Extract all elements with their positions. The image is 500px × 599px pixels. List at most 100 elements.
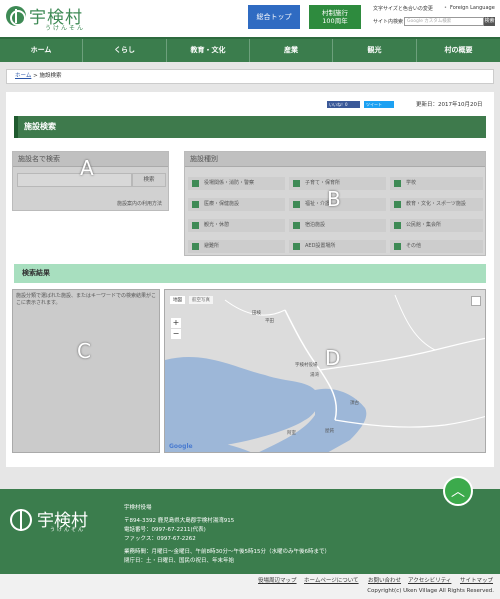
annotation-c: C <box>77 339 91 363</box>
category-culture[interactable]: 教育・文化・スポーツ施設 <box>390 198 483 211</box>
medical-icon <box>192 201 199 208</box>
foreign-language-link[interactable]: Foreign Language <box>450 5 495 11</box>
name-search-button[interactable]: 検索 <box>132 173 166 187</box>
map-label: 平田 <box>265 319 274 324</box>
results-message: 施設分類で選ばれた施設、またはキーワードでの検索結果がここに表示されます。 <box>16 293 157 306</box>
nav-education[interactable]: 教育・文化 <box>167 39 250 62</box>
hall-icon <box>394 222 401 229</box>
nav-living[interactable]: くらし <box>83 39 167 62</box>
category-label: 宿泊施設 <box>305 222 326 228</box>
footer-links-bar: 役場周辺マップ ホームページについて お問い合わせ アクセシビリティ サイトマッ… <box>0 574 500 599</box>
map-fullscreen-icon[interactable] <box>471 296 481 306</box>
category-government[interactable]: 役場関係・消防・警察 <box>188 177 285 190</box>
building-icon <box>192 180 199 187</box>
category-community-hall[interactable]: 公民館・集会所 <box>390 219 483 232</box>
facebook-like-button[interactable]: いいね！0 <box>327 101 360 108</box>
logo-kana: うけんそん <box>45 25 86 32</box>
global-nav: ホーム くらし 教育・文化 産業 観光 村の概要 <box>0 37 500 62</box>
category-label: その他 <box>406 243 422 249</box>
category-label: 役場関係・消防・警察 <box>204 180 255 186</box>
site-header: 宇検村 うけんそん 総合トップ 村制施行 100周年 文字サイズと色合いの変更 … <box>0 0 500 37</box>
portal-top-button[interactable]: 総合トップ <box>248 5 300 29</box>
annotation-a: A <box>80 156 94 180</box>
link-separator: • <box>444 5 447 11</box>
name-search-input[interactable] <box>17 173 132 187</box>
page-title: 施設検索 <box>14 116 486 138</box>
map-tab-satellite[interactable]: 航空写真 <box>189 296 213 304</box>
scroll-to-top-button[interactable]: ︿ <box>443 476 473 506</box>
category-label: 公民館・集会所 <box>406 222 442 228</box>
category-other[interactable]: その他 <box>390 240 483 253</box>
name-search-panel: 施設名で検索 検索 施設案内の利用方法 A <box>12 151 169 211</box>
map-zoom-in[interactable]: + <box>171 318 181 328</box>
school-icon <box>394 180 401 187</box>
office-hours: 業務時間：月曜日～金曜日、午前8時30分～午後5時15分（水曜のみ午後6時まで） <box>124 549 330 555</box>
map-label: 湯湾 <box>310 373 319 378</box>
site-search-label: サイト内検索 <box>373 19 404 25</box>
category-medical[interactable]: 医療・保健施設 <box>188 198 285 211</box>
map-tab-map[interactable]: 地図 <box>170 296 185 304</box>
footer-link-accessibility[interactable]: アクセシビリティ <box>408 576 451 584</box>
category-lodging[interactable]: 宿泊施設 <box>289 219 386 232</box>
breadcrumb-current: 施設検索 <box>39 73 62 79</box>
breadcrumb-home[interactable]: ホーム <box>15 73 31 79</box>
office-fax: ファックス：0997-67-2262 <box>124 536 196 542</box>
category-label: 学校 <box>406 180 417 186</box>
footer-link-contact[interactable]: お問い合わせ <box>368 576 401 584</box>
search-input[interactable]: Google カスタム検索 <box>404 17 484 26</box>
category-title: 施設種別 <box>185 152 485 167</box>
map-zoom-out[interactable]: − <box>171 329 181 339</box>
category-panel: 施設種別 役場関係・消防・警察 子育て・保育所 学校 医療・保健施設 福祉・介護… <box>184 151 486 256</box>
annotation-b: B <box>327 187 341 211</box>
anniversary-line2: 100周年 <box>322 17 348 25</box>
usage-guide-link[interactable]: 施設案内の利用方法 <box>117 200 162 207</box>
office-phone: 電話番号：0997-67-2211(代表) <box>124 527 206 533</box>
office-name: 宇検村役場 <box>124 505 152 511</box>
nav-about[interactable]: 村の概要 <box>417 39 500 62</box>
anniversary-button[interactable]: 村制施行 100周年 <box>309 5 361 29</box>
font-size-link[interactable]: 文字サイズと色合いの変更 <box>373 5 433 12</box>
results-list: 施設分類で選ばれた施設、またはキーワードでの検索結果がここに表示されます。 C <box>12 289 160 453</box>
results-title: 検索結果 <box>14 264 486 283</box>
office-address: 〒894-3392 鹿児島県大島郡宇検村湯湾915 <box>124 518 235 524</box>
tourism-icon <box>192 222 199 229</box>
aed-icon <box>293 243 300 250</box>
footer-link-sitemap[interactable]: サイトマップ <box>460 576 493 584</box>
map-label: 須古 <box>350 401 359 406</box>
search-button[interactable]: 検索 <box>484 17 495 26</box>
map-label: 屋鈍 <box>325 429 334 434</box>
culture-icon <box>394 201 401 208</box>
google-logo: Google <box>169 443 193 450</box>
office-closed: 閉庁日：土・日曜日、国民の祝日、年末年始 <box>124 558 235 564</box>
breadcrumb-separator: > <box>33 73 38 79</box>
anniversary-line1: 村制施行 <box>322 9 348 17</box>
category-school[interactable]: 学校 <box>390 177 483 190</box>
updated-date: 更新日：2017年10月20日 <box>416 102 483 108</box>
map-label: 阿室 <box>287 431 296 436</box>
category-label: 医療・保健施設 <box>204 201 240 207</box>
annotation-d: D <box>325 346 341 370</box>
map-label: 田検 <box>252 311 261 316</box>
nav-tourism[interactable]: 観光 <box>333 39 417 62</box>
site-footer: 宇検村 うけんそん 宇検村役場 〒894-3392 鹿児島県大島郡宇検村湯湾91… <box>0 489 500 574</box>
map-label: 宇検村役場 <box>295 363 318 368</box>
tweet-button[interactable]: ツイート <box>364 101 394 108</box>
shelter-icon <box>192 243 199 250</box>
category-tourism[interactable]: 観光・休憩 <box>188 219 285 232</box>
footer-link-about[interactable]: ホームページについて <box>304 576 359 584</box>
category-label: 観光・休憩 <box>204 222 230 228</box>
welfare-icon <box>293 201 300 208</box>
child-icon <box>293 180 300 187</box>
nav-industry[interactable]: 産業 <box>250 39 333 62</box>
breadcrumb: ホーム > 施設検索 <box>6 69 494 84</box>
footer-logo-kana: うけんそん <box>50 527 86 533</box>
footer-link-map[interactable]: 役場周辺マップ <box>258 576 297 584</box>
village-logo-icon[interactable] <box>6 6 26 26</box>
category-aed[interactable]: AED設置場所 <box>289 240 386 253</box>
category-label: 教育・文化・スポーツ施設 <box>406 201 466 207</box>
category-shelter[interactable]: 避難所 <box>188 240 285 253</box>
facility-map[interactable]: 地図 航空写真 + − Google 田検 宇検村役場 湯湾 須古 屋鈍 阿室 … <box>164 289 486 453</box>
footer-logo-stroke <box>20 509 22 531</box>
nav-home[interactable]: ホーム <box>0 39 83 62</box>
copyright: Copyright(c) Uken Village All Rights Res… <box>367 588 494 594</box>
